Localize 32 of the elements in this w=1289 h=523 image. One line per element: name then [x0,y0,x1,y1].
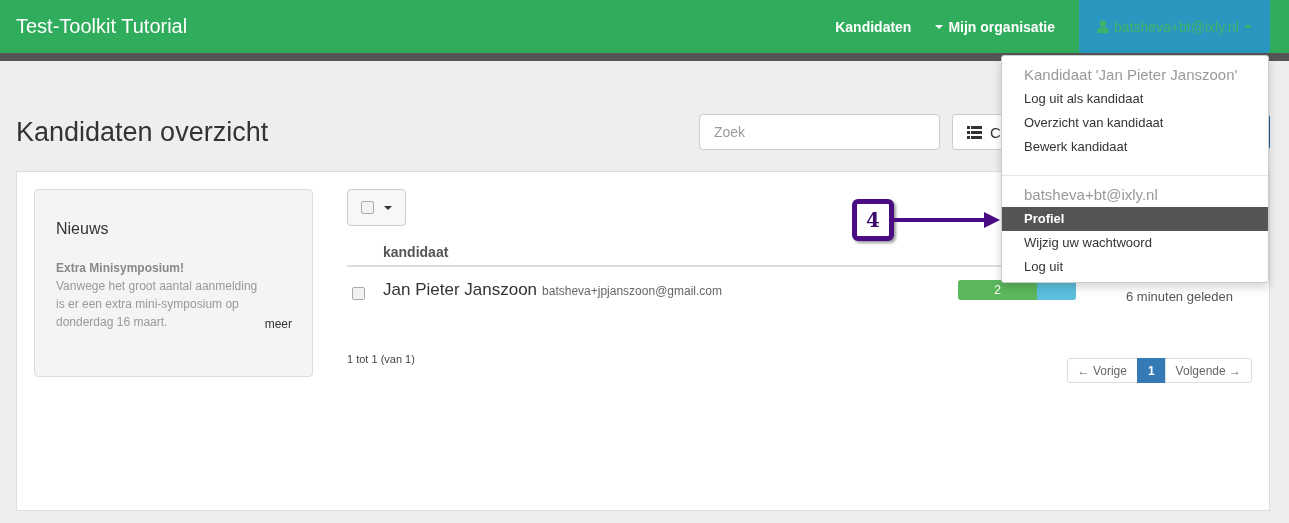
select-all-button[interactable] [347,189,406,226]
progress-segment: 2 [958,280,1038,300]
pagination-button[interactable]: Volgende → [1164,358,1252,383]
menu-item[interactable]: Bewerk kandidaat [1002,135,1268,159]
time-text: 6 minuten geleden [1125,287,1234,304]
column-header: kandidaat [383,244,449,260]
pagination-button[interactable]: ← Vorige [1066,358,1138,383]
menu-item[interactable]: Wijzig uw wachtwoord [1002,231,1268,255]
candidate-name[interactable]: Jan Pieter Janszoon [383,280,538,300]
caret-icon [384,205,392,210]
more-link[interactable]: meer [264,317,292,331]
menu-header: batsheva+bt@ixly.nl [1023,185,1159,205]
caret-icon [1243,24,1252,29]
candidate-email: batsheva+jpjanszoon@gmail.com [542,284,722,298]
menu-item[interactable]: Overzicht van kandidaat [1002,111,1268,135]
result-summary: 1 tot 1 (van 1) [347,353,416,365]
row-checkbox[interactable] [351,286,365,300]
news-title: Nieuws [56,220,110,238]
checkbox[interactable] [361,201,374,214]
search-field[interactable]: Zoek [699,114,940,150]
menu-item[interactable]: Log uit [1002,255,1268,279]
user-icon [1097,20,1110,33]
step-badge: 4 [852,199,894,241]
pagination-button[interactable]: 1 [1136,358,1166,383]
caret-icon [935,24,944,29]
news-headline: Extra Minisymposium! [56,260,186,277]
news-text: Vanwege het groot aantal aanmelding is er een extra mini-symposium op donderdag 16 maart. [56,278,259,331]
menu-header: Kandidaat 'Jan Pieter Janszoon' [1023,65,1239,85]
menu-item[interactable]: Profiel [1002,207,1268,231]
menu-item[interactable]: Log uit als kandidaat [1002,87,1268,111]
page-title: Kandidaten overzicht [16,116,270,148]
list-icon [967,125,982,139]
